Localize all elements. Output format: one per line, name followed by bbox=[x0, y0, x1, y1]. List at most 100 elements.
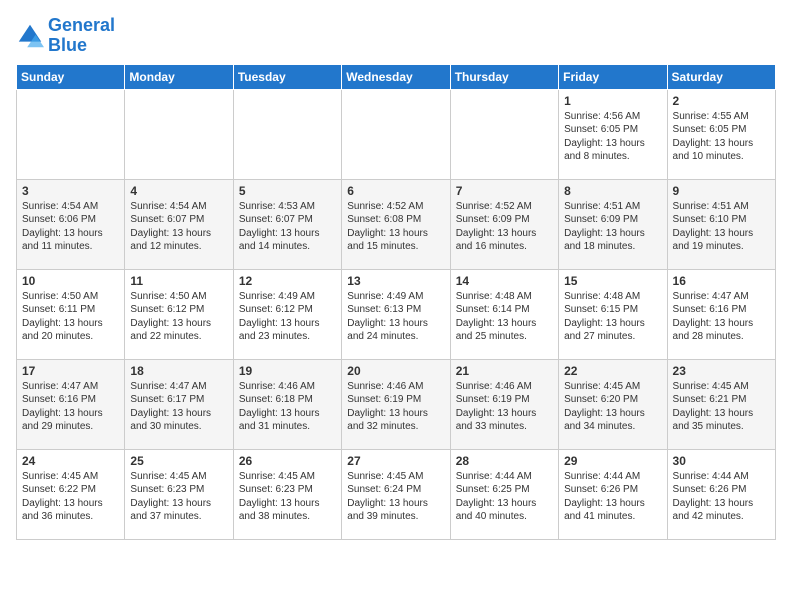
day-info: Sunrise: 4:56 AM Sunset: 6:05 PM Dayligh… bbox=[564, 110, 661, 164]
day-info: Sunrise: 4:52 AM Sunset: 6:08 PM Dayligh… bbox=[347, 200, 444, 254]
day-number: 2 bbox=[673, 94, 770, 108]
day-number: 9 bbox=[673, 184, 770, 198]
day-info: Sunrise: 4:45 AM Sunset: 6:20 PM Dayligh… bbox=[564, 380, 661, 434]
day-number: 10 bbox=[22, 274, 119, 288]
calendar-cell: 19 Sunrise: 4:46 AM Sunset: 6:18 PM Dayli… bbox=[233, 359, 341, 449]
calendar-cell: 25 Sunrise: 4:45 AM Sunset: 6:23 PM Dayli… bbox=[125, 449, 233, 539]
day-info: Sunrise: 4:51 AM Sunset: 6:10 PM Dayligh… bbox=[673, 200, 770, 254]
calendar-body: 1 Sunrise: 4:56 AM Sunset: 6:05 PM Daylig… bbox=[17, 89, 776, 539]
weekday-friday: Friday bbox=[559, 64, 667, 89]
calendar-cell: 20Sunrise: 4:46 AM Sunset: 6:19 PM Dayli… bbox=[342, 359, 450, 449]
day-number: 4 bbox=[130, 184, 227, 198]
calendar-week-3: 17 Sunrise: 4:47 AM Sunset: 6:16 PM Dayli… bbox=[17, 359, 776, 449]
day-info: Sunrise: 4:48 AM Sunset: 6:15 PM Dayligh… bbox=[564, 290, 661, 344]
weekday-wednesday: Wednesday bbox=[342, 64, 450, 89]
weekday-saturday: Saturday bbox=[667, 64, 775, 89]
day-number: 3 bbox=[22, 184, 119, 198]
calendar-cell: 10 Sunrise: 4:50 AM Sunset: 6:11 PM Dayli… bbox=[17, 269, 125, 359]
calendar-cell: 15 Sunrise: 4:48 AM Sunset: 6:15 PM Dayli… bbox=[559, 269, 667, 359]
calendar-cell: 6 Sunrise: 4:52 AM Sunset: 6:08 PM Daylig… bbox=[342, 179, 450, 269]
weekday-header-row: SundayMondayTuesdayWednesdayThursdayFrid… bbox=[17, 64, 776, 89]
calendar-cell: 18Sunrise: 4:47 AM Sunset: 6:17 PM Dayli… bbox=[125, 359, 233, 449]
day-number: 11 bbox=[130, 274, 227, 288]
calendar-cell: 21 Sunrise: 4:46 AM Sunset: 6:19 PM Dayli… bbox=[450, 359, 558, 449]
calendar-cell: 9 Sunrise: 4:51 AM Sunset: 6:10 PM Daylig… bbox=[667, 179, 775, 269]
day-info: Sunrise: 4:55 AM Sunset: 6:05 PM Dayligh… bbox=[673, 110, 770, 164]
day-info: Sunrise: 4:46 AM Sunset: 6:19 PM Dayligh… bbox=[456, 380, 553, 434]
day-number: 20 bbox=[347, 364, 444, 378]
day-info: Sunrise: 4:45 AM Sunset: 6:22 PM Dayligh… bbox=[22, 470, 119, 524]
calendar-header: SundayMondayTuesdayWednesdayThursdayFrid… bbox=[17, 64, 776, 89]
calendar-cell bbox=[17, 89, 125, 179]
day-info: Sunrise: 4:49 AM Sunset: 6:13 PM Dayligh… bbox=[347, 290, 444, 344]
calendar-cell: 14 Sunrise: 4:48 AM Sunset: 6:14 PM Dayli… bbox=[450, 269, 558, 359]
day-number: 1 bbox=[564, 94, 661, 108]
day-info: Sunrise: 4:51 AM Sunset: 6:09 PM Dayligh… bbox=[564, 200, 661, 254]
day-info: Sunrise: 4:48 AM Sunset: 6:14 PM Dayligh… bbox=[456, 290, 553, 344]
calendar-cell: 12 Sunrise: 4:49 AM Sunset: 6:12 PM Dayli… bbox=[233, 269, 341, 359]
weekday-thursday: Thursday bbox=[450, 64, 558, 89]
day-info: Sunrise: 4:54 AM Sunset: 6:07 PM Dayligh… bbox=[130, 200, 227, 254]
day-number: 26 bbox=[239, 454, 336, 468]
logo-text: General Blue bbox=[48, 16, 115, 56]
calendar-cell: 3 Sunrise: 4:54 AM Sunset: 6:06 PM Daylig… bbox=[17, 179, 125, 269]
calendar-cell: 17 Sunrise: 4:47 AM Sunset: 6:16 PM Dayli… bbox=[17, 359, 125, 449]
calendar-cell: 28 Sunrise: 4:44 AM Sunset: 6:25 PM Dayli… bbox=[450, 449, 558, 539]
day-info: Sunrise: 4:47 AM Sunset: 6:17 PM Dayligh… bbox=[130, 380, 227, 434]
day-number: 19 bbox=[239, 364, 336, 378]
calendar-cell: 26 Sunrise: 4:45 AM Sunset: 6:23 PM Dayli… bbox=[233, 449, 341, 539]
day-number: 6 bbox=[347, 184, 444, 198]
calendar-cell: 7 Sunrise: 4:52 AM Sunset: 6:09 PM Daylig… bbox=[450, 179, 558, 269]
day-number: 7 bbox=[456, 184, 553, 198]
day-info: Sunrise: 4:44 AM Sunset: 6:26 PM Dayligh… bbox=[564, 470, 661, 524]
day-info: Sunrise: 4:50 AM Sunset: 6:12 PM Dayligh… bbox=[130, 290, 227, 344]
day-number: 27 bbox=[347, 454, 444, 468]
calendar-cell: 16 Sunrise: 4:47 AM Sunset: 6:16 PM Dayli… bbox=[667, 269, 775, 359]
weekday-monday: Monday bbox=[125, 64, 233, 89]
day-info: Sunrise: 4:45 AM Sunset: 6:23 PM Dayligh… bbox=[239, 470, 336, 524]
logo: General Blue bbox=[16, 16, 115, 56]
day-info: Sunrise: 4:46 AM Sunset: 6:18 PM Dayligh… bbox=[239, 380, 336, 434]
day-number: 29 bbox=[564, 454, 661, 468]
calendar-week-1: 3 Sunrise: 4:54 AM Sunset: 6:06 PM Daylig… bbox=[17, 179, 776, 269]
day-number: 24 bbox=[22, 454, 119, 468]
day-number: 28 bbox=[456, 454, 553, 468]
day-info: Sunrise: 4:44 AM Sunset: 6:26 PM Dayligh… bbox=[673, 470, 770, 524]
calendar-week-2: 10 Sunrise: 4:50 AM Sunset: 6:11 PM Dayli… bbox=[17, 269, 776, 359]
day-number: 16 bbox=[673, 274, 770, 288]
day-number: 22 bbox=[564, 364, 661, 378]
calendar-cell bbox=[342, 89, 450, 179]
day-info: Sunrise: 4:47 AM Sunset: 6:16 PM Dayligh… bbox=[22, 380, 119, 434]
day-number: 8 bbox=[564, 184, 661, 198]
day-number: 14 bbox=[456, 274, 553, 288]
calendar-cell: 1 Sunrise: 4:56 AM Sunset: 6:05 PM Daylig… bbox=[559, 89, 667, 179]
day-info: Sunrise: 4:45 AM Sunset: 6:23 PM Dayligh… bbox=[130, 470, 227, 524]
calendar-cell: 13 Sunrise: 4:49 AM Sunset: 6:13 PM Dayli… bbox=[342, 269, 450, 359]
calendar-week-0: 1 Sunrise: 4:56 AM Sunset: 6:05 PM Daylig… bbox=[17, 89, 776, 179]
calendar-cell: 27Sunrise: 4:45 AM Sunset: 6:24 PM Dayli… bbox=[342, 449, 450, 539]
calendar-cell bbox=[233, 89, 341, 179]
day-info: Sunrise: 4:49 AM Sunset: 6:12 PM Dayligh… bbox=[239, 290, 336, 344]
calendar-cell: 24 Sunrise: 4:45 AM Sunset: 6:22 PM Dayli… bbox=[17, 449, 125, 539]
day-number: 30 bbox=[673, 454, 770, 468]
day-info: Sunrise: 4:44 AM Sunset: 6:25 PM Dayligh… bbox=[456, 470, 553, 524]
day-number: 13 bbox=[347, 274, 444, 288]
day-info: Sunrise: 4:52 AM Sunset: 6:09 PM Dayligh… bbox=[456, 200, 553, 254]
calendar-cell: 11 Sunrise: 4:50 AM Sunset: 6:12 PM Dayli… bbox=[125, 269, 233, 359]
day-info: Sunrise: 4:53 AM Sunset: 6:07 PM Dayligh… bbox=[239, 200, 336, 254]
calendar-cell: 4 Sunrise: 4:54 AM Sunset: 6:07 PM Daylig… bbox=[125, 179, 233, 269]
logo-icon bbox=[16, 22, 44, 50]
day-info: Sunrise: 4:50 AM Sunset: 6:11 PM Dayligh… bbox=[22, 290, 119, 344]
calendar-cell: 29 Sunrise: 4:44 AM Sunset: 6:26 PM Dayli… bbox=[559, 449, 667, 539]
day-number: 21 bbox=[456, 364, 553, 378]
calendar-cell: 5Sunrise: 4:53 AM Sunset: 6:07 PM Daylig… bbox=[233, 179, 341, 269]
day-number: 15 bbox=[564, 274, 661, 288]
day-number: 12 bbox=[239, 274, 336, 288]
day-info: Sunrise: 4:47 AM Sunset: 6:16 PM Dayligh… bbox=[673, 290, 770, 344]
day-number: 17 bbox=[22, 364, 119, 378]
calendar-cell: 23Sunrise: 4:45 AM Sunset: 6:21 PM Dayli… bbox=[667, 359, 775, 449]
day-info: Sunrise: 4:54 AM Sunset: 6:06 PM Dayligh… bbox=[22, 200, 119, 254]
calendar-cell: 22 Sunrise: 4:45 AM Sunset: 6:20 PM Dayli… bbox=[559, 359, 667, 449]
page-header: General Blue bbox=[16, 16, 776, 56]
day-number: 25 bbox=[130, 454, 227, 468]
